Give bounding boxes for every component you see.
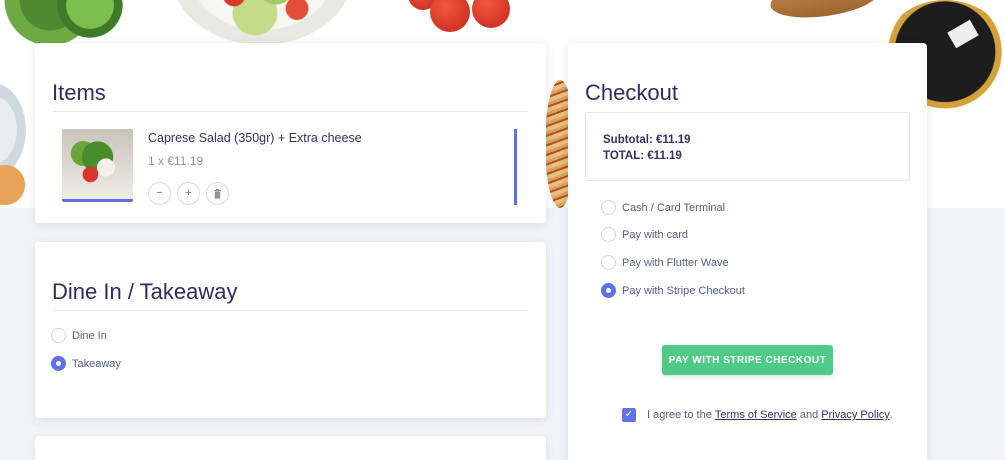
option-dine-in[interactable]: Dine In [51, 328, 107, 343]
pizza-image [0, 150, 40, 208]
payment-radio[interactable] [601, 255, 616, 270]
payment-option-cash-card-terminal[interactable]: Cash / Card Terminal [601, 200, 725, 215]
payment-option-flutter-wave[interactable]: Pay with Flutter Wave [601, 255, 729, 270]
takeaway-radio[interactable] [51, 356, 66, 371]
item-quantity-price: 1 x €11.19 [148, 154, 204, 168]
terms-agreement: ✓ I agree to the Terms of Service and Pr… [622, 408, 893, 422]
minus-icon: − [156, 187, 163, 199]
trash-icon [214, 189, 221, 199]
payment-radio[interactable] [601, 227, 616, 242]
payment-option-card[interactable]: Pay with card [601, 227, 688, 242]
payment-option-label: Cash / Card Terminal [622, 201, 726, 214]
terms-of-service-link[interactable]: Terms of Service [715, 409, 797, 421]
dine-in-label: Dine In [72, 329, 107, 342]
item-accent-bar [514, 129, 517, 205]
dine-in-takeaway-title: Dine In / Takeaway [52, 279, 238, 304]
totals-box: Subtotal: €11.19 TOTAL: €11.19 [585, 112, 910, 181]
items-title: Items [52, 80, 106, 105]
items-card: Items Caprese Salad (350gr) + Extra chee… [35, 43, 546, 223]
agree-checkbox[interactable]: ✓ [622, 408, 636, 422]
total: TOTAL: €11.19 [603, 150, 682, 162]
dine-in-radio[interactable] [51, 328, 66, 343]
payment-radio[interactable] [601, 200, 616, 215]
decrease-quantity-button[interactable]: − [148, 182, 171, 205]
tomato-image [472, 0, 510, 28]
payment-radio[interactable] [601, 283, 616, 298]
agree-suffix: . [889, 409, 893, 421]
item-thumbnail [62, 129, 133, 202]
agree-and: and [799, 409, 819, 421]
payment-option-label: Pay with card [622, 228, 689, 241]
privacy-policy-link[interactable]: Privacy Policy [821, 409, 889, 421]
tomato-image [430, 0, 470, 32]
payment-option-label: Pay with Flutter Wave [622, 256, 729, 269]
agree-prefix: I agree to the [647, 409, 712, 421]
remove-item-button[interactable] [206, 182, 229, 205]
divider [53, 111, 528, 112]
checkout-card: Checkout Subtotal: €11.19 TOTAL: €11.19 … [568, 43, 927, 460]
divider [53, 310, 528, 311]
increase-quantity-button[interactable]: + [177, 182, 200, 205]
option-takeaway[interactable]: Takeaway [51, 356, 121, 371]
item-name: Caprese Salad (350gr) + Extra cheese [148, 131, 362, 145]
dine-in-takeaway-card: Dine In / Takeaway Dine In Takeaway [35, 242, 546, 418]
bread-image [768, 0, 882, 24]
payment-option-stripe-checkout[interactable]: Pay with Stripe Checkout [601, 283, 745, 298]
pay-button[interactable]: PAY WITH STRIPE CHECKOUT [662, 345, 833, 375]
subtotal: Subtotal: €11.19 [603, 134, 691, 146]
plus-icon: + [185, 187, 192, 199]
payment-option-label: Pay with Stripe Checkout [622, 284, 745, 297]
checkout-title: Checkout [585, 80, 678, 105]
takeaway-label: Takeaway [72, 357, 121, 370]
next-section-card [35, 436, 546, 460]
